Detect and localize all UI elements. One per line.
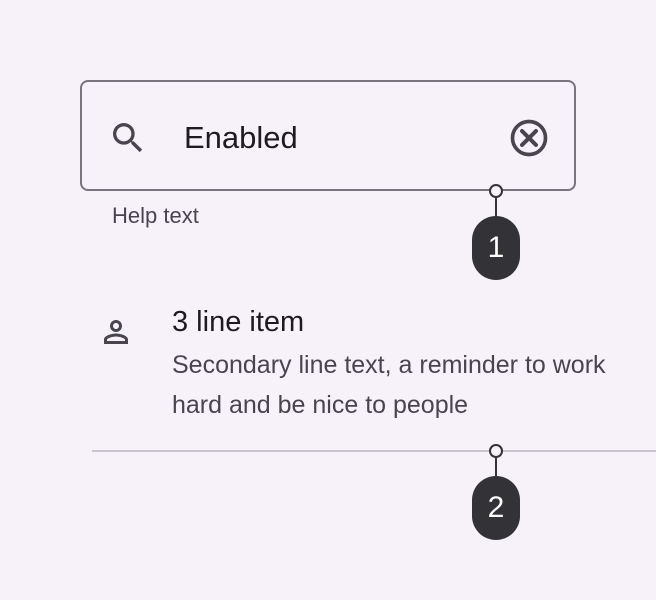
canvas: Enabled Help text 1 3 line item Secondar… xyxy=(0,0,656,600)
list-item[interactable]: 3 line item Secondary line text, a remin… xyxy=(92,296,656,452)
search-text-field[interactable]: Enabled xyxy=(80,80,576,191)
callout-line xyxy=(495,198,497,216)
list-item-supporting-line-1: Secondary line text, a reminder to work xyxy=(172,351,606,379)
list-item-supporting-line-2: hard and be nice to people xyxy=(172,391,469,419)
search-icon xyxy=(113,123,143,153)
field-value[interactable]: Enabled xyxy=(184,118,298,158)
divider xyxy=(92,450,656,452)
callout-dot xyxy=(489,444,503,458)
callout-label: 2 xyxy=(472,476,520,540)
callout-label: 1 xyxy=(472,216,520,280)
callout-marker-1: 1 xyxy=(472,184,520,280)
callout-line xyxy=(495,458,497,476)
list-item-headline: 3 line item xyxy=(172,306,305,338)
person-icon xyxy=(104,320,128,344)
callout-marker-2: 2 xyxy=(472,444,520,540)
supporting-text: Help text xyxy=(112,203,199,228)
callout-dot xyxy=(489,184,503,198)
cancel-icon[interactable] xyxy=(507,116,551,160)
